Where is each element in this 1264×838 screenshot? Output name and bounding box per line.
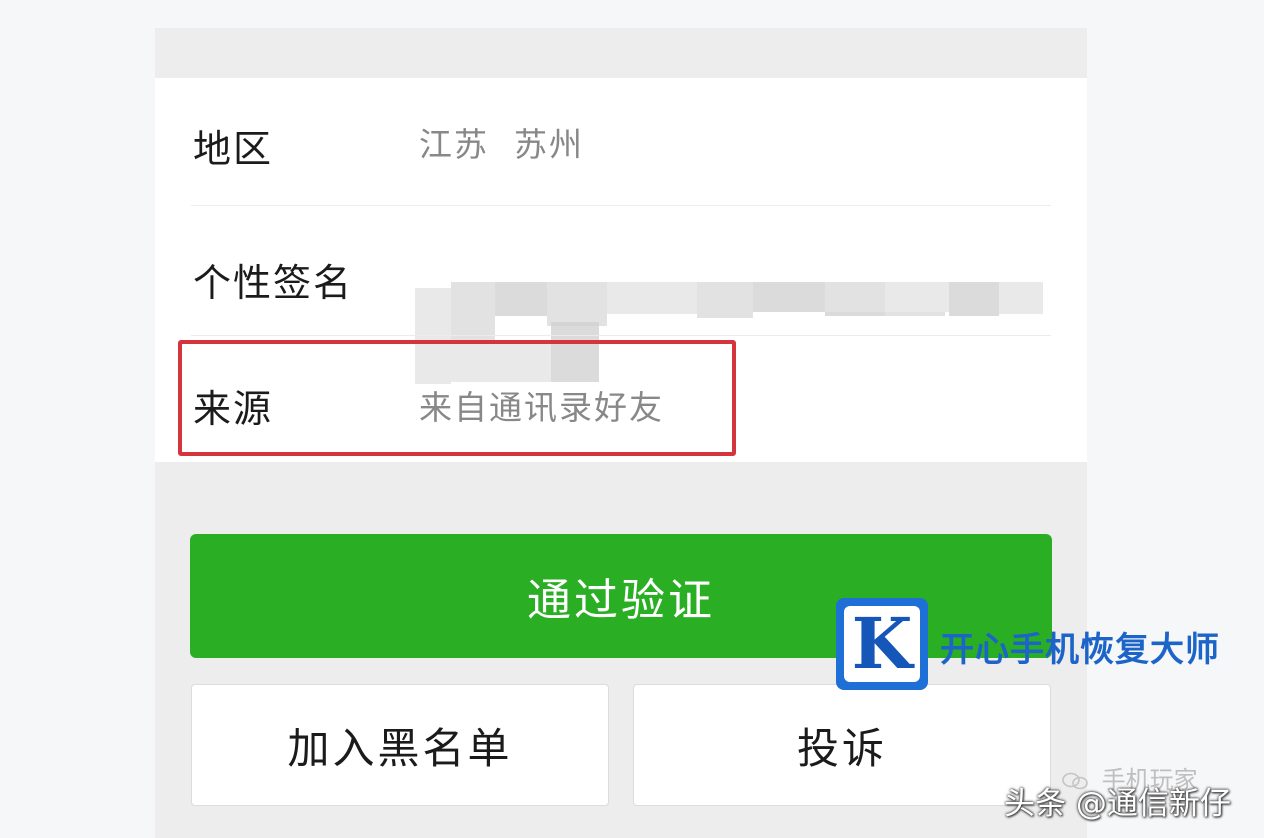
report-button[interactable]: 投诉: [633, 684, 1051, 806]
app-watermark: K 开心手机恢复大师: [836, 598, 1264, 692]
contact-verification-screen: 地区 江苏 苏州 个性签名 来源 来自通讯录好友 通过验证 加入黑名单 投诉: [155, 28, 1087, 838]
signature-label: 个性签名: [193, 261, 354, 305]
source-highlight-annotation: [178, 340, 736, 456]
region-row: 地区 江苏 苏州: [155, 78, 1087, 206]
watermark-text: 开心手机恢复大师: [940, 630, 1220, 670]
add-to-blacklist-button[interactable]: 加入黑名单: [191, 684, 609, 806]
toutiao-author-credit: 头条 @通信新仔: [1004, 786, 1231, 822]
logo-letter: K: [844, 606, 920, 682]
region-value: 江苏 苏州: [419, 125, 584, 164]
signature-row: 个性签名: [155, 206, 1087, 384]
profile-info-card: 地区 江苏 苏州 个性签名 来源 来自通讯录好友: [155, 78, 1087, 462]
region-label: 地区: [193, 127, 274, 171]
k-logo-icon: K: [836, 598, 928, 690]
